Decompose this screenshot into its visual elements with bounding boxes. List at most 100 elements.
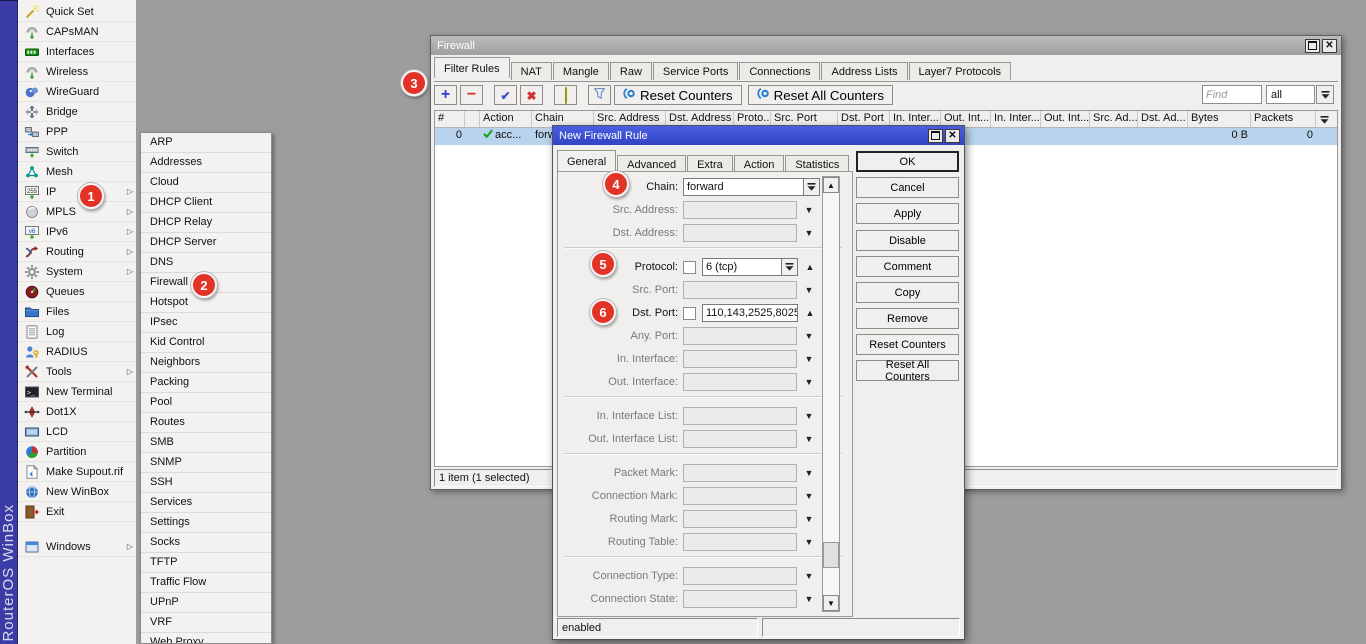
dst-port-checkbox[interactable]: [683, 307, 696, 320]
tab-mangle[interactable]: Mangle: [553, 62, 609, 80]
sidebar-item-system[interactable]: System▷: [18, 262, 136, 282]
ip-submenu-item-ipsec[interactable]: IPsec: [141, 313, 271, 333]
connection-mark-expand-arrow[interactable]: ▼: [802, 491, 816, 501]
tab-connections[interactable]: Connections: [739, 62, 820, 80]
tab-raw[interactable]: Raw: [610, 62, 652, 80]
cancel-button[interactable]: Cancel: [856, 177, 959, 198]
ip-submenu-item-neighbors[interactable]: Neighbors: [141, 353, 271, 373]
ip-submenu-item-tftp[interactable]: TFTP: [141, 553, 271, 573]
ip-submenu-item-vrf[interactable]: VRF: [141, 613, 271, 633]
sidebar-item-dot1x[interactable]: Dot1X: [18, 402, 136, 422]
comment-button[interactable]: [554, 85, 577, 105]
scroll-thumb[interactable]: [823, 542, 839, 568]
sidebar-item-mesh[interactable]: Mesh: [18, 162, 136, 182]
dst-address-input[interactable]: [683, 224, 797, 242]
filter-scope-select[interactable]: all: [1266, 85, 1315, 104]
sidebar-item-partition[interactable]: Partition: [18, 442, 136, 462]
scroll-up-button[interactable]: ▲: [823, 177, 839, 193]
ip-submenu-item-kid-control[interactable]: Kid Control: [141, 333, 271, 353]
in-interface-list-expand-arrow[interactable]: ▼: [802, 411, 816, 421]
ip-submenu-item-traffic-flow[interactable]: Traffic Flow: [141, 573, 271, 593]
sidebar-item-tools[interactable]: Tools▷: [18, 362, 136, 382]
chain-dropdown-button[interactable]: [803, 178, 820, 196]
column-selector-button[interactable]: [1316, 111, 1331, 127]
ip-submenu-item-socks[interactable]: Socks: [141, 533, 271, 553]
packet-mark-input[interactable]: [683, 464, 797, 482]
sidebar-item-ip[interactable]: 255IP▷: [18, 182, 136, 202]
in-interface-list-input[interactable]: [683, 407, 797, 425]
copy-button[interactable]: Copy: [856, 282, 959, 303]
column-header-[interactable]: #: [435, 111, 465, 127]
column-header-action[interactable]: Action: [480, 111, 532, 127]
add-rule-button[interactable]: +: [434, 85, 457, 105]
ip-submenu-item-dns[interactable]: DNS: [141, 253, 271, 273]
protocol-collapse-arrow[interactable]: ▲: [803, 262, 817, 272]
disable-button[interactable]: Disable: [856, 230, 959, 251]
any-port-expand-arrow[interactable]: ▼: [802, 331, 816, 341]
sidebar-item-new-winbox[interactable]: New WinBox: [18, 482, 136, 502]
tab-filter-rules[interactable]: Filter Rules: [434, 57, 510, 78]
connection-type-expand-arrow[interactable]: ▼: [802, 571, 816, 581]
remove-rule-button[interactable]: −: [460, 85, 483, 105]
chain-combobox[interactable]: forward: [683, 178, 820, 196]
form-scrollbar[interactable]: ▲ ▼: [822, 176, 840, 612]
close-button[interactable]: ✕: [945, 129, 960, 143]
sidebar-item-capsman[interactable]: CAPsMAN: [18, 22, 136, 42]
ip-submenu-item-settings[interactable]: Settings: [141, 513, 271, 533]
routing-mark-expand-arrow[interactable]: ▼: [802, 514, 816, 524]
packet-mark-expand-arrow[interactable]: ▼: [802, 468, 816, 478]
column-header-src-ad[interactable]: Src. Ad...: [1090, 111, 1138, 127]
sidebar-item-windows[interactable]: Windows▷: [18, 537, 136, 557]
sidebar-item-queues[interactable]: Queues: [18, 282, 136, 302]
out-interface-list-input[interactable]: [683, 430, 797, 448]
filter-button[interactable]: [588, 85, 611, 105]
ip-submenu-item-cloud[interactable]: Cloud: [141, 173, 271, 193]
out-interface-expand-arrow[interactable]: ▼: [802, 377, 816, 387]
remove-button[interactable]: Remove: [856, 308, 959, 329]
apply-button[interactable]: Apply: [856, 203, 959, 224]
ip-submenu-item-dhcp-relay[interactable]: DHCP Relay: [141, 213, 271, 233]
in-interface-input[interactable]: [683, 350, 797, 368]
tab-service-ports[interactable]: Service Ports: [653, 62, 738, 80]
firewall-titlebar[interactable]: Firewall ✕: [431, 36, 1341, 55]
tab-layer7-protocols[interactable]: Layer7 Protocols: [909, 62, 1012, 80]
routing-table-input[interactable]: [683, 533, 797, 551]
reset-counters-button[interactable]: Reset Counters: [856, 334, 959, 355]
dialog-titlebar[interactable]: New Firewall Rule ✕: [553, 126, 964, 145]
ip-submenu-item-services[interactable]: Services: [141, 493, 271, 513]
enable-rule-button[interactable]: ✔: [494, 85, 517, 105]
sidebar-item-interfaces[interactable]: Interfaces: [18, 42, 136, 62]
column-header-bytes[interactable]: Bytes: [1188, 111, 1251, 127]
disable-rule-button[interactable]: ✖: [520, 85, 543, 105]
ip-submenu-item-smb[interactable]: SMB: [141, 433, 271, 453]
filter-scope-dropdown-button[interactable]: [1316, 85, 1334, 104]
ip-submenu-item-routes[interactable]: Routes: [141, 413, 271, 433]
protocol-dropdown-button[interactable]: [781, 258, 798, 276]
sidebar-item-ppp[interactable]: PPP: [18, 122, 136, 142]
connection-state-expand-arrow[interactable]: ▼: [802, 594, 816, 604]
protocol-checkbox[interactable]: [683, 261, 696, 274]
ip-submenu-item-dhcp-client[interactable]: DHCP Client: [141, 193, 271, 213]
ip-submenu-item-addresses[interactable]: Addresses: [141, 153, 271, 173]
ip-submenu-item-pool[interactable]: Pool: [141, 393, 271, 413]
sidebar-item-make-supout-rif[interactable]: Make Supout.rif: [18, 462, 136, 482]
src-port-input[interactable]: [683, 281, 797, 299]
src-address-expand-arrow[interactable]: ▼: [802, 205, 816, 215]
sidebar-item-ipv6[interactable]: v6IPv6▷: [18, 222, 136, 242]
connection-state-input[interactable]: [683, 590, 797, 608]
src-address-input[interactable]: [683, 201, 797, 219]
column-header-icon[interactable]: [465, 111, 480, 127]
tab-nat[interactable]: NAT: [511, 62, 552, 80]
in-interface-expand-arrow[interactable]: ▼: [802, 354, 816, 364]
protocol-combobox[interactable]: 6 (tcp): [702, 258, 798, 276]
connection-mark-input[interactable]: [683, 487, 797, 505]
maximize-button[interactable]: [1305, 39, 1320, 53]
sidebar-item-files[interactable]: Files: [18, 302, 136, 322]
sidebar-item-switch[interactable]: Switch: [18, 142, 136, 162]
ok-button[interactable]: OK: [856, 151, 959, 172]
dst-port-collapse-arrow[interactable]: ▲: [803, 308, 817, 318]
sidebar-item-lcd[interactable]: LCD: [18, 422, 136, 442]
dst-address-expand-arrow[interactable]: ▼: [802, 228, 816, 238]
ip-submenu-item-snmp[interactable]: SNMP: [141, 453, 271, 473]
routing-mark-input[interactable]: [683, 510, 797, 528]
